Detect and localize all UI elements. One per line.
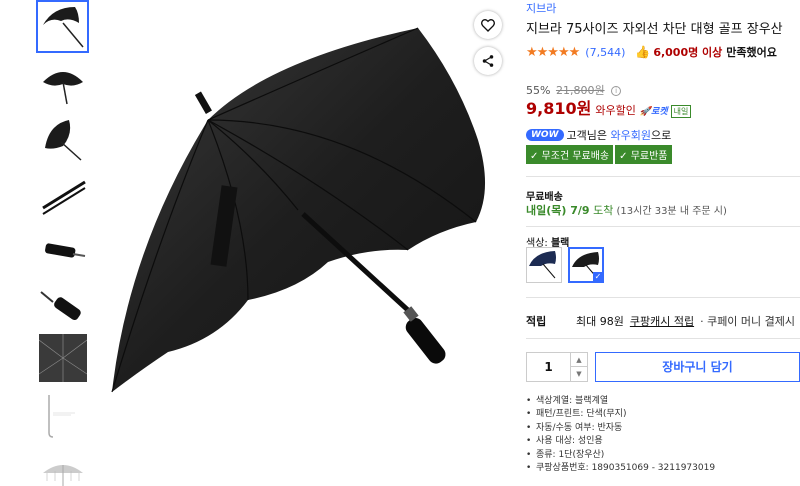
canopy-inside-thumb-image: [38, 333, 87, 382]
umbrella-thumb-image: [44, 119, 82, 161]
umbrella-image: [111, 27, 486, 393]
quantity-down-button[interactable]: ▼: [571, 367, 587, 381]
rating-row: ★★★★★ (7,544) 👍 6,000명 이상 만족했어요: [526, 44, 777, 60]
shipping-label: 무료배송: [526, 192, 563, 203]
wow-badge: WOW: [526, 129, 564, 141]
tomorrow-badge: 내일: [670, 105, 692, 118]
points-label: 적립: [526, 315, 547, 328]
quantity-input[interactable]: 1: [527, 353, 571, 381]
sale-price: 9,810원: [526, 99, 592, 118]
wow-text: 고객님은 와우회원으로: [567, 127, 672, 143]
share-icon: [482, 55, 494, 67]
add-to-cart-button[interactable]: 장바구니 담기: [595, 352, 800, 382]
divider: [526, 226, 800, 227]
spec-item: 패턴/프린트: 단색(무지): [526, 408, 715, 422]
umbrella-thumb-image: [41, 180, 86, 215]
product-title: 지브라 75사이즈 자외선 차단 대형 골프 장우산: [526, 22, 783, 37]
thumbnail-1[interactable]: [36, 0, 89, 53]
quantity-stepper: 1 ▲ ▼: [526, 352, 588, 382]
spec-item: 자동/수동 여부: 반자동: [526, 422, 715, 436]
heart-icon: [481, 19, 495, 32]
divider: [526, 176, 800, 177]
delivery-note: (13시간 33분 내 주문 시): [613, 206, 727, 217]
thumbnail-3[interactable]: [36, 113, 89, 166]
thumbnail-2[interactable]: [36, 57, 89, 110]
spec-item: 쿠팡상품번호: 1890351069 - 3211973019: [526, 462, 715, 476]
delivery-arrive: 도착: [589, 204, 614, 217]
color-swatch-navy[interactable]: [526, 247, 562, 283]
brand-link[interactable]: 지브라: [526, 0, 556, 16]
rating-stars: ★★★★★: [526, 44, 580, 60]
coupang-cash-link[interactable]: 쿠팡캐시 적립: [630, 313, 694, 329]
sale-price-row: 9,810원 와우할인 🚀로켓 내일: [526, 95, 692, 119]
thumbnail-8[interactable]: [36, 388, 89, 441]
quantity-buttons: ▲ ▼: [571, 353, 587, 381]
wow-member-row: WOW 고객님은 와우회원으로: [526, 127, 671, 143]
points-max: 최대 98원: [576, 315, 624, 328]
rocket-badge: 🚀로켓: [639, 107, 668, 117]
wow-text-prefix: 고객님은: [566, 129, 611, 142]
divider: [526, 297, 800, 298]
check-icon: ✓: [593, 272, 603, 282]
points-extra: · 쿠페이 머니 결제시: [700, 315, 796, 328]
thumbnail-6[interactable]: [36, 281, 89, 334]
thumbnail-4[interactable]: [36, 169, 89, 222]
spec-list: 색상계열: 블랙계열 패턴/프린트: 단색(무지) 자동/수동 여부: 반자동 …: [526, 395, 715, 476]
spec-item: 색상계열: 블랙계열: [526, 395, 715, 409]
divider: [526, 338, 800, 339]
size-diagram-thumb-image: [47, 394, 75, 438]
color-swatch-black[interactable]: ✓: [568, 247, 604, 283]
satisfied-text: 만족했어요: [726, 46, 777, 59]
delivery-date: 내일(목) 7/9 도착 (13시간 33분 내 주문 시): [526, 202, 727, 218]
benefit-badges: ✓ 무조건 무료배송 ✓ 무료반품: [526, 145, 672, 164]
wow-member-link[interactable]: 와우회원: [611, 129, 651, 142]
review-count-link[interactable]: (7,544): [585, 46, 625, 59]
main-product-image: [98, 0, 508, 486]
thumbnail-9[interactable]: [36, 444, 89, 486]
thumbnail-7[interactable]: [36, 331, 89, 384]
navy-umbrella-swatch: [529, 251, 556, 279]
thumbnail-5[interactable]: [36, 225, 89, 278]
handle-thumb-image: [44, 242, 85, 258]
umbrella-thumb-image: [42, 71, 83, 104]
wow-discount-label: 와우할인: [595, 104, 636, 117]
thumbs-up-icon: 👍: [635, 45, 651, 59]
handle-thumb-image: [39, 290, 81, 320]
umbrella-thumb-image: [42, 6, 84, 47]
free-shipping-badge: ✓ 무조건 무료배송: [526, 145, 614, 164]
free-return-badge: ✓ 무료반품: [615, 145, 672, 164]
spec-item: 사용 대상: 성인용: [526, 435, 715, 449]
size-diagram-thumb-image: [42, 464, 83, 486]
wow-text-suffix: 으로: [650, 129, 672, 142]
delivery-date-value: 내일(목) 7/9: [526, 204, 590, 217]
satisfied-count: 6,000명 이상: [653, 46, 723, 59]
share-button[interactable]: [474, 47, 502, 75]
rocket-label: 로켓: [651, 107, 668, 117]
quantity-up-button[interactable]: ▲: [571, 353, 587, 367]
points-row: 적립 최대 98원 쿠팡캐시 적립 · 쿠페이 머니 결제시: [526, 313, 795, 329]
favorite-button[interactable]: [474, 11, 502, 39]
spec-item: 종류: 1단(장우산): [526, 449, 715, 463]
